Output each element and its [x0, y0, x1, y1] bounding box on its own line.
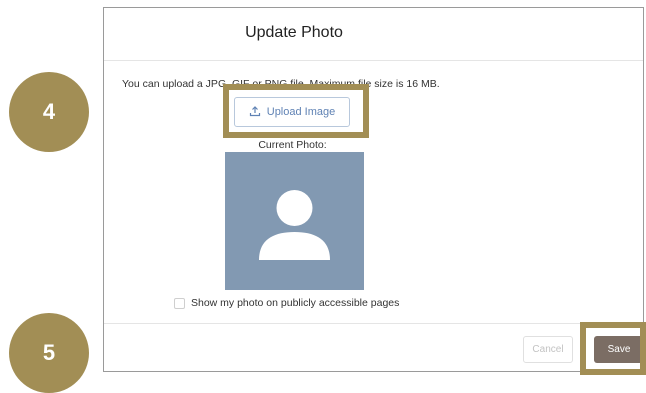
cancel-button[interactable]: Cancel — [523, 336, 573, 363]
upload-highlight-frame — [223, 84, 369, 138]
avatar — [225, 152, 364, 290]
save-highlight-frame — [580, 322, 646, 375]
modal-footer: Cancel Save — [104, 323, 644, 371]
modal-header: Update Photo — [104, 8, 643, 61]
user-silhouette-icon — [259, 190, 330, 260]
public-photo-option: Show my photo on publicly accessible pag… — [174, 297, 399, 309]
step-badge-save: 5 — [9, 313, 89, 393]
modal-title: Update Photo — [245, 24, 343, 41]
update-photo-modal: Update Photo You can upload a JPG, GIF o… — [103, 7, 644, 372]
step-badge-upload: 4 — [9, 72, 89, 152]
current-photo-label: Current Photo: — [258, 139, 327, 151]
public-photo-checkbox[interactable] — [174, 297, 185, 309]
public-photo-label: Show my photo on publicly accessible pag… — [191, 297, 400, 309]
